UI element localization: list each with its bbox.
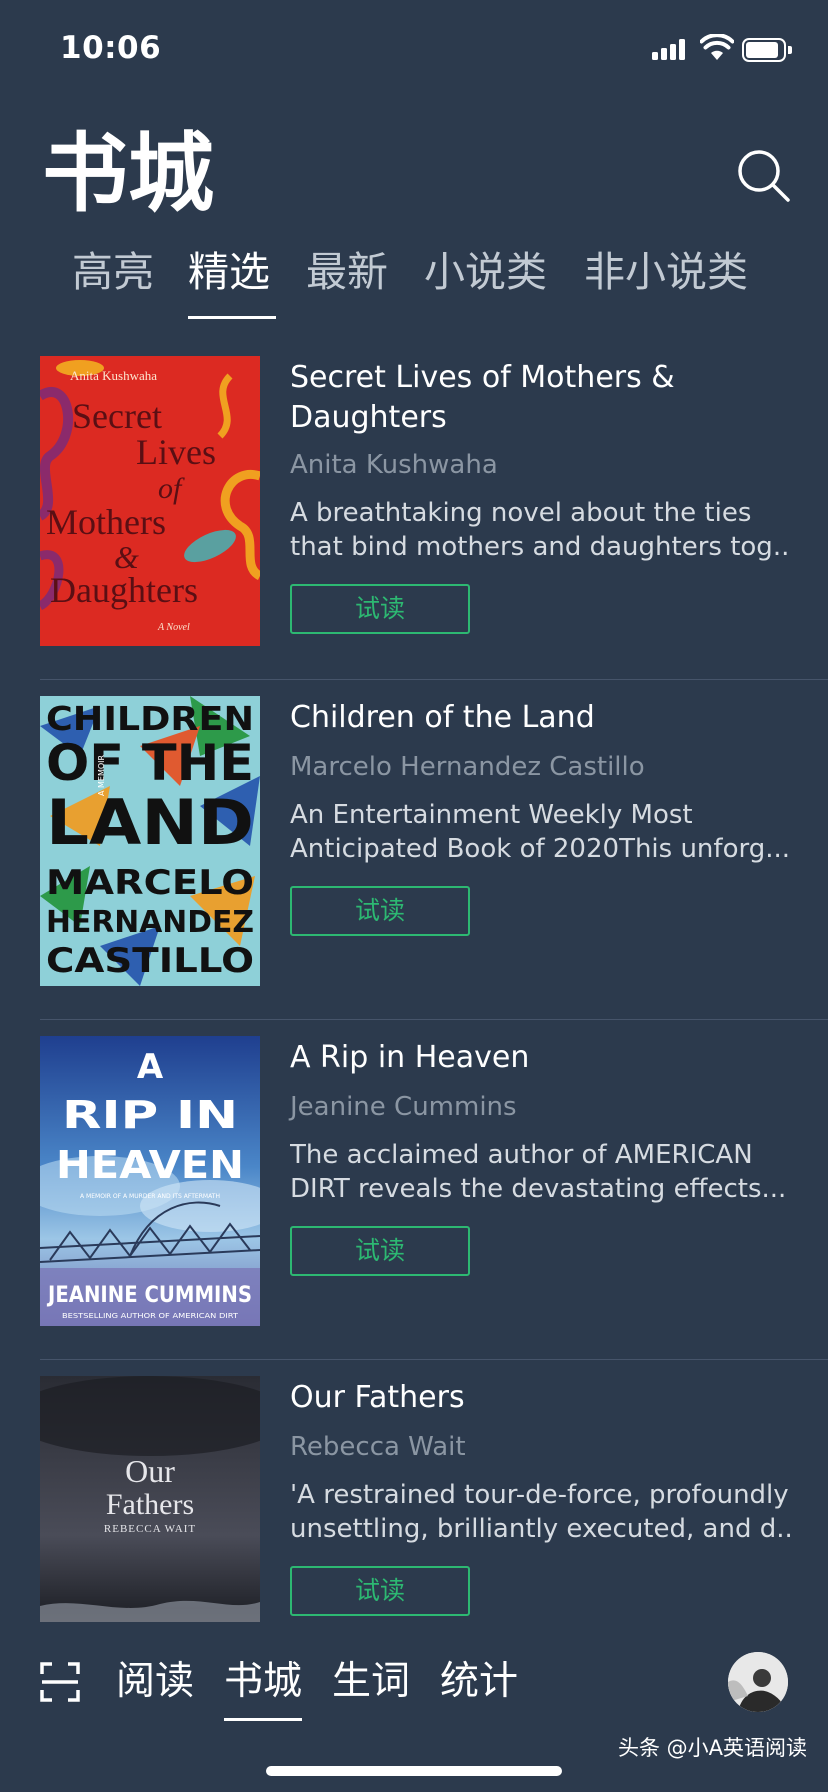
book-title[interactable]: Our Fathers [290,1378,790,1418]
active-tab-indicator [188,316,276,319]
book-description-line: that bind mothers and daughters tog... [290,532,790,562]
cover-title-text: Mothers [46,502,166,542]
book-author: Anita Kushwaha [290,450,498,480]
battery-icon [742,38,792,62]
book-title[interactable]: Secret Lives of Mothers & Daughters [290,358,790,438]
book-description-line: The acclaimed author of AMERICAN [290,1140,753,1170]
cover-author-text: JEANINE CUMMINS [46,1283,252,1308]
book-description-line: A breathtaking novel about the ties [290,498,752,528]
tab-fiction[interactable]: 小说类 [424,244,547,300]
book-item[interactable]: A RIP IN HEAVEN A MEMOIR OF A MURDER AND… [0,1020,828,1360]
book-description-line: DIRT reveals the devastating effects... [290,1174,787,1204]
book-title[interactable]: Children of the Land [290,698,790,738]
cover-subtitle-text: BESTSELLING AUTHOR OF AMERICAN DIRT [62,1312,239,1320]
book-description: An Entertainment Weekly Most Anticipated… [290,798,790,866]
bottom-nav: 阅读 书城 生词 统计 [0,1622,828,1722]
preview-button[interactable]: 试读 [290,1226,470,1276]
cover-subtitle-text: A MEMOIR OF A MURDER AND ITS AFTERMATH [80,1193,220,1200]
nav-item-bookstore[interactable]: 书城 [224,1656,302,1708]
book-description: A breathtaking novel about the ties that… [290,496,790,564]
book-description: The acclaimed author of AMERICAN DIRT re… [290,1138,790,1206]
book-item[interactable]: Our Fathers REBECCA WAIT Our Fathers Reb… [0,1360,828,1622]
cover-tag-text: A MEMOIR [97,754,106,796]
cover-author-text: HERNANDEZ [46,905,254,940]
watermark: 头条 @小A英语阅读 [618,1736,808,1760]
cover-title-text: of [158,472,185,505]
cover-title-text: OF THE [46,734,254,792]
cover-author-text: Anita Kushwaha [70,368,157,383]
cover-author-text: REBECCA WAIT [104,1523,196,1535]
book-list: Anita Kushwaha Secret Lives of Mothers &… [0,340,828,1622]
cover-title-text: Our [125,1453,175,1489]
book-author: Rebecca Wait [290,1432,466,1462]
preview-button[interactable]: 试读 [290,886,470,936]
book-cover-image[interactable]: CHILDREN OF THE LAND MARCELO HERNANDEZ C… [40,696,260,986]
preview-button[interactable]: 试读 [290,584,470,634]
book-item[interactable]: Anita Kushwaha Secret Lives of Mothers &… [0,340,828,680]
wifi-icon [700,34,734,60]
book-author: Marcelo Hernandez Castillo [290,752,645,782]
cover-author-text: MARCELO [46,863,254,903]
tab-newest[interactable]: 最新 [306,244,388,300]
book-title[interactable]: A Rip in Heaven [290,1038,790,1078]
cover-author-text: CASTILLO [46,941,254,981]
nav-item-reading[interactable]: 阅读 [116,1656,194,1708]
book-description-line: An Entertainment Weekly Most [290,800,693,830]
tab-featured[interactable]: 精选 [188,244,270,300]
book-description-line: 'A restrained tour-de-force, profoundly [290,1480,789,1510]
avatar[interactable] [728,1652,788,1712]
book-cover-image[interactable]: Our Fathers REBECCA WAIT [40,1376,260,1622]
cover-title-text: Fathers [106,1488,194,1521]
cover-title-text: CHILDREN [46,699,254,738]
search-icon[interactable] [736,148,792,204]
tab-nonfiction[interactable]: 非小说类 [584,244,748,300]
cover-title-text: Daughters [50,570,198,610]
status-bar: 10:06 [0,0,828,100]
cellular-signal-icon [652,38,686,60]
tab-highlights[interactable]: 高亮 [72,244,154,300]
cover-title-text: RIP IN [62,1093,238,1137]
cover-title-text: A [137,1047,164,1087]
cover-title-text: HEAVEN [56,1143,244,1187]
nav-item-statistics[interactable]: 统计 [440,1656,518,1708]
nav-item-vocabulary[interactable]: 生词 [332,1656,410,1708]
book-item[interactable]: CHILDREN OF THE LAND MARCELO HERNANDEZ C… [0,680,828,1020]
status-time: 10:06 [60,30,162,66]
page-title: 书城 [42,124,214,224]
cover-subtitle-text: A Novel [157,622,190,633]
scan-icon[interactable] [40,1662,80,1702]
cover-title-text: LAND [46,786,254,859]
preview-button[interactable]: 试读 [290,1566,470,1616]
book-description-line: unsettling, brilliantly executed, and d.… [290,1514,790,1544]
cover-title-text: Secret [72,396,162,436]
book-description: 'A restrained tour-de-force, profoundly … [290,1478,790,1546]
category-tabs: 高亮 精选 最新 小说类 非小说类 [0,244,828,320]
book-author: Jeanine Cummins [290,1092,517,1122]
book-description-line: Anticipated Book of 2020This unforg... [290,834,790,864]
cover-title-text: Lives [136,432,216,472]
active-nav-indicator [224,1718,302,1721]
book-cover-image[interactable]: Anita Kushwaha Secret Lives of Mothers &… [40,356,260,646]
book-cover-image[interactable]: A RIP IN HEAVEN A MEMOIR OF A MURDER AND… [40,1036,260,1326]
home-indicator[interactable] [266,1766,562,1776]
